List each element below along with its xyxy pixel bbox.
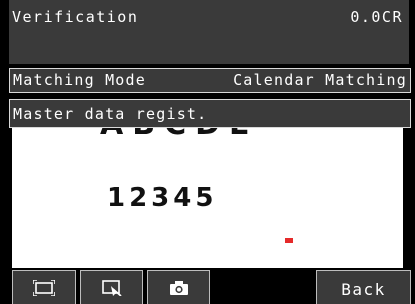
image-text-digits: 12345 bbox=[107, 183, 218, 213]
area-select-button[interactable] bbox=[12, 270, 76, 304]
camera-image-view[interactable]: ABCDE 12345 bbox=[12, 128, 403, 268]
camera-icon bbox=[169, 280, 189, 296]
back-button-label: Back bbox=[341, 280, 386, 299]
matching-mode-value: Calendar Matching bbox=[233, 71, 407, 89]
image-text-letters: ABCDE bbox=[100, 128, 259, 142]
zoom-select-icon bbox=[101, 279, 122, 296]
matching-mode-row[interactable]: Matching Mode Calendar Matching bbox=[9, 68, 411, 93]
zoom-select-button[interactable] bbox=[80, 270, 143, 304]
red-marker bbox=[285, 238, 293, 243]
master-data-regist-label: Master data regist. bbox=[13, 105, 208, 123]
matching-mode-label: Matching Mode bbox=[13, 71, 146, 89]
master-data-regist-item[interactable]: Master data regist. bbox=[9, 99, 411, 128]
camera-capture-button[interactable] bbox=[147, 270, 210, 304]
back-button[interactable]: Back bbox=[316, 270, 411, 304]
frame-select-icon bbox=[33, 279, 55, 296]
page-title: Verification bbox=[12, 8, 139, 26]
title-bar: Verification 0.0CR bbox=[9, 0, 409, 64]
measurement-value: 0.0CR bbox=[350, 8, 403, 26]
